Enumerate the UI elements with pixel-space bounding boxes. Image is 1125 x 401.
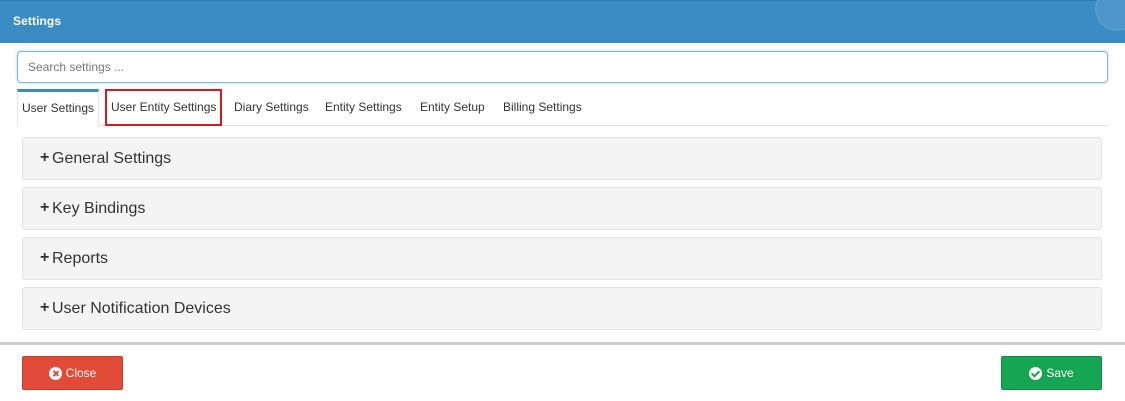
section-user-notification-devices[interactable]: + User Notification Devices — [22, 287, 1102, 330]
tab-diary-settings[interactable]: Diary Settings — [234, 89, 309, 126]
tab-user-settings[interactable]: User Settings — [17, 89, 100, 126]
plus-icon: + — [40, 199, 50, 216]
section-label: User Notification Devices — [52, 300, 231, 317]
tab-entity-setup[interactable]: Entity Setup — [420, 89, 485, 126]
section-general-settings[interactable]: + General Settings — [22, 137, 1102, 180]
section-reports[interactable]: + Reports — [22, 237, 1102, 280]
tab-user-entity-settings[interactable]: User Entity Settings — [105, 89, 223, 126]
save-button[interactable]: Save — [1001, 356, 1102, 390]
dialog-title: Settings — [13, 14, 62, 28]
plus-icon: + — [40, 299, 50, 316]
close-circle-icon — [48, 366, 62, 380]
search-box[interactable] — [17, 51, 1108, 83]
section-key-bindings[interactable]: + Key Bindings — [22, 187, 1102, 230]
title-bar: Settings — [0, 0, 1125, 43]
section-label: Key Bindings — [52, 200, 146, 217]
plus-icon: + — [40, 249, 50, 266]
section-label: Reports — [52, 250, 109, 267]
save-button-label: Save — [1046, 366, 1074, 380]
close-button[interactable]: Close — [22, 356, 123, 390]
corner-decoration — [1095, 0, 1125, 31]
search-input[interactable] — [18, 52, 1107, 82]
footer-divider — [0, 342, 1125, 345]
check-circle-icon — [1029, 366, 1043, 380]
settings-content: + General Settings + Key Bindings + Repo… — [17, 126, 1108, 340]
settings-dialog: Settings User Settings User Entity Setti… — [0, 0, 1125, 401]
tab-billing-settings[interactable]: Billing Settings — [503, 89, 582, 126]
section-label: General Settings — [52, 150, 172, 167]
close-button-label: Close — [65, 366, 97, 380]
plus-icon: + — [40, 149, 50, 166]
tab-entity-settings[interactable]: Entity Settings — [325, 89, 402, 126]
settings-tabs: User Settings User Entity Settings Diary… — [17, 89, 1108, 126]
